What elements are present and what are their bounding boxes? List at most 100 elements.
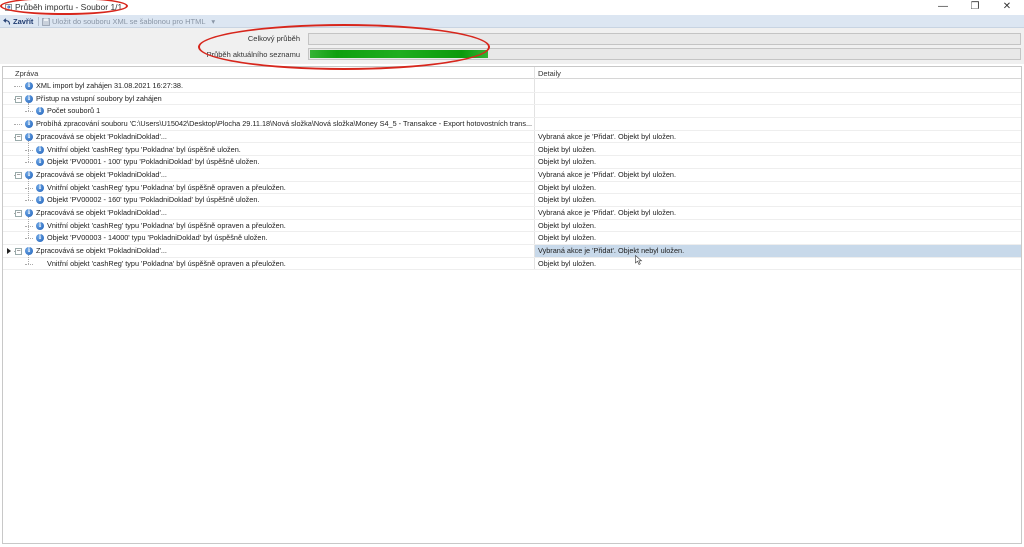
message-grid[interactable]: Zpráva Detaily i XML import byl zahájen 3… [2,66,1022,544]
row-message: Objekt 'PV00003 - 14000' typu 'PokladniD… [47,233,268,243]
table-row[interactable]: i Probíhá zpracování souboru 'C:\Users\U1… [3,118,1021,131]
info-icon: i [36,158,44,167]
mouse-cursor-icon [635,255,643,265]
collapse-toggle-icon[interactable]: − [15,210,22,217]
row-detail [535,93,1021,105]
table-row[interactable]: i Objekt 'PV00002 - 160' typu 'PokladniDo… [3,194,1021,207]
column-header-details[interactable]: Detaily [538,69,561,78]
info-icon: i [36,196,44,205]
tree-line [25,225,33,227]
row-detail: Vybraná akce je 'Přidat'. Objekt byl ulo… [538,208,676,217]
tree-line [25,263,33,265]
toolbar-separator [38,17,39,26]
row-message: XML import byl zahájen 31.08.2021 16:27:… [36,81,183,90]
row-detail: Vybraná akce je 'Přidat'. Objekt byl ulo… [538,131,676,141]
collapse-toggle-icon[interactable]: − [15,171,22,179]
close-button[interactable]: Zavřít [3,16,33,27]
column-header-message[interactable]: Zpráva [15,69,38,78]
table-row[interactable]: − i Zpracovává se objekt 'PokladniDoklad'.… [3,245,1021,258]
row-message: Vnitřní objekt 'cashReg' typu 'Pokladna'… [47,182,286,192]
info-icon: i [25,209,33,217]
row-detail: Objekt byl uložen. [538,157,597,167]
current-row-arrow-icon [7,248,11,255]
info-icon: i [36,234,44,243]
row-message: Vnitřní objekt 'cashReg' typu 'Pokladna'… [47,258,286,268]
tree-line [28,102,29,112]
row-message: Přístup na vstupní soubory byl zahájen [36,93,162,103]
row-detail: Objekt byl uložen. [538,220,597,230]
window-title: Průběh importu - Soubor 1/1 [15,2,123,12]
title-bar: Průběh importu - Soubor 1/1 — ❐ ✕ [0,0,1024,14]
row-message: Počet souborů 1 [47,106,101,116]
info-icon: i [36,183,44,192]
row-detail: Objekt byl uložen. [538,182,597,192]
info-icon: i [25,132,33,141]
save-disk-icon [42,18,50,26]
table-row[interactable]: i Vnitřní objekt 'cashReg' typu 'Pokladna… [3,220,1021,233]
toolbar: Zavřít Uložit do souboru XML se šablonou… [0,15,1024,28]
row-message: Vnitřní objekt 'cashReg' typu 'Pokladna'… [47,220,286,230]
row-message: Objekt 'PV00001 - 100' typu 'PokladniDok… [47,157,260,167]
info-icon: i [25,82,33,90]
undo-arrow-icon [3,18,11,25]
tree-line [25,187,33,189]
row-detail: Objekt byl uložen. [538,258,597,268]
table-row[interactable]: − i Zpracovává se objekt 'PokladniDoklad'.… [3,207,1021,220]
table-row[interactable]: i Objekt 'PV00003 - 14000' typu 'Pokladni… [3,232,1021,246]
collapse-toggle-icon[interactable]: − [15,95,22,103]
current-progress-fill [310,50,488,58]
row-message: Probíhá zpracování souboru 'C:\Users\U15… [36,119,533,129]
row-detail: Objekt byl uložen. [538,195,597,205]
row-detail: Objekt byl uložen. [538,144,597,154]
table-row[interactable]: − i Přístup na vstupní soubory byl zahájen [3,93,1021,106]
minimize-button[interactable]: — [928,0,958,14]
table-row[interactable]: i Vnitřní objekt 'cashReg' typu 'Pokladna… [3,182,1021,195]
row-detail: Vybraná akce je 'Přidat'. Objekt byl ulo… [538,169,676,179]
row-message: Zpracovává se objekt 'PokladniDoklad'... [36,246,167,256]
close-window-button[interactable]: ✕ [992,0,1022,14]
tree-line [14,86,22,87]
row-message: Vnitřní objekt 'cashReg' typu 'Pokladna'… [47,144,241,154]
row-detail: Vybraná akce je 'Přidat'. Objekt nebyl u… [535,245,1021,258]
table-row[interactable]: − i Zpracovává se objekt 'PokladniDoklad'.… [3,169,1021,182]
tree-line [28,178,29,201]
close-button-label: Zavřít [13,17,34,26]
row-detail: Objekt byl uložen. [538,233,597,243]
info-icon: i [25,247,33,256]
tree-line [25,111,33,113]
save-xml-label: Uložit do souboru XML se šablonou pro HT… [52,17,206,26]
tree-line [25,200,33,202]
tree-line [25,149,33,151]
restore-button[interactable]: ❐ [960,0,990,14]
collapse-toggle-icon[interactable]: − [15,248,22,256]
row-detail [535,118,1021,130]
collapse-toggle-icon[interactable]: − [15,133,22,141]
grid-header: Zpráva Detaily [3,67,1021,79]
row-message: Zpracovává se objekt 'PokladniDoklad'... [36,169,167,179]
table-row[interactable]: − i Zpracovává se objekt 'PokladniDoklad'.… [3,131,1021,144]
tree-line [25,162,33,164]
info-icon: i [36,107,44,116]
table-row[interactable]: i XML import byl zahájen 31.08.2021 16:27… [3,80,1021,93]
import-icon [5,4,12,11]
row-message: Zpracovává se objekt 'PokladniDoklad'... [36,208,167,217]
table-row[interactable]: i Objekt 'PV00001 - 100' typu 'PokladniDo… [3,156,1021,169]
overall-progress-label: Celkový průběh [247,34,300,43]
info-icon: i [25,170,33,179]
row-message: Objekt 'PV00002 - 160' typu 'PokladniDok… [47,195,260,205]
chevron-down-icon[interactable]: ▾ [211,17,215,26]
tree-line [28,217,29,239]
row-detail [535,105,1021,117]
tree-line [14,124,22,126]
row-message: Zpracovává se objekt 'PokladniDoklad'... [36,131,167,141]
info-icon: i [36,145,44,154]
info-icon: i [25,120,33,129]
tree-line [25,238,33,240]
current-progress-bar [308,48,1021,60]
table-row[interactable]: i Vnitřní objekt 'cashReg' typu 'Pokladna… [3,144,1021,157]
save-xml-button[interactable]: Uložit do souboru XML se šablonou pro HT… [42,16,215,27]
tree-line [28,140,29,163]
table-row[interactable]: i Počet souborů 1 [3,105,1021,119]
progress-panel: Celkový průběh Průběh aktuálního seznamu [0,28,1024,64]
table-row[interactable]: Vnitřní objekt 'cashReg' typu 'Pokladna'… [3,258,1021,271]
